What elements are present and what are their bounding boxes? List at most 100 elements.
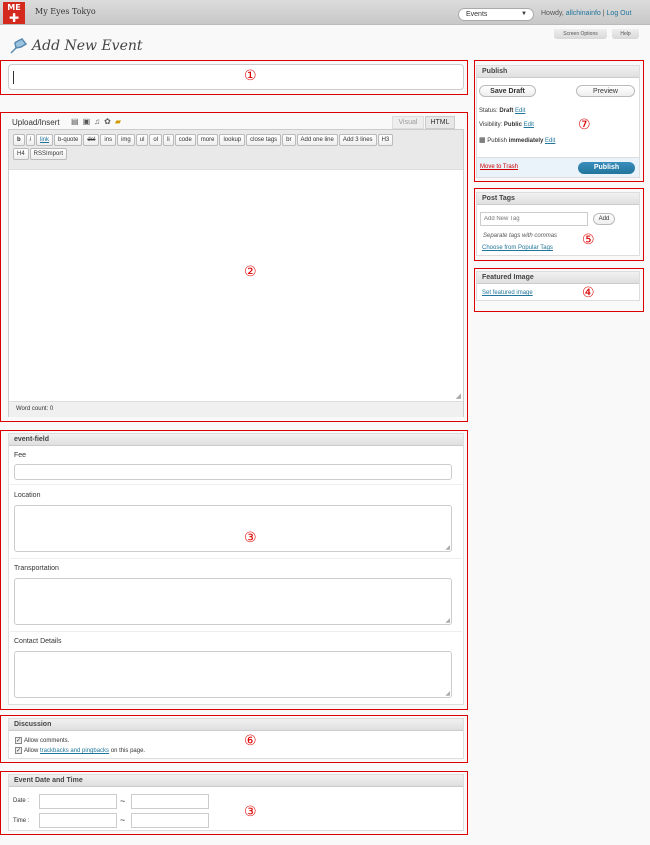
transportation-textarea[interactable]: ◢: [14, 578, 452, 625]
upload-insert-label: Upload/Insert: [12, 118, 60, 127]
quicktag-button[interactable]: ul: [135, 134, 149, 146]
quicktag-button[interactable]: Add 3 lines: [338, 134, 377, 146]
publish-schedule-label: Publish: [487, 138, 507, 144]
quicktag-button[interactable]: br: [282, 134, 296, 146]
quicktag-button[interactable]: more: [196, 134, 219, 146]
preview-button[interactable]: Preview: [576, 85, 635, 97]
quicktag-button[interactable]: ol: [149, 134, 163, 146]
time-separator: ~: [120, 815, 126, 825]
site-logo[interactable]: ME ✚: [3, 2, 25, 24]
tab-visual[interactable]: Visual: [392, 116, 424, 129]
discussion-title: Discussion: [9, 719, 463, 731]
new-tag-input[interactable]: [480, 212, 588, 226]
schedule-edit-link[interactable]: Edit: [545, 138, 555, 144]
time-end-input[interactable]: [131, 813, 209, 828]
publish-button[interactable]: Publish: [578, 162, 635, 174]
gallery-icon[interactable]: ▰: [115, 117, 125, 126]
quicktag-button[interactable]: H4: [13, 148, 29, 160]
tab-html[interactable]: HTML: [425, 116, 455, 129]
post-type-select[interactable]: Events ▼: [458, 8, 534, 21]
popular-tags-link[interactable]: Choose from Popular Tags: [482, 245, 553, 251]
publish-title: Publish: [477, 66, 639, 78]
featured-image-title: Featured Image: [477, 272, 639, 284]
word-count: Word count: 0: [9, 401, 463, 417]
marker-5: ⑤: [582, 232, 595, 248]
resize-handle-icon[interactable]: ◢: [445, 690, 450, 697]
calendar-icon: ▦: [479, 137, 486, 144]
marker-7: ⑦: [578, 117, 591, 133]
post-tags-title: Post Tags: [477, 193, 639, 205]
marker-1: ①: [244, 68, 257, 84]
allow-comments-row[interactable]: ✓ Allow comments.: [15, 737, 69, 744]
date-start-input[interactable]: [39, 794, 117, 809]
post-title-input[interactable]: [8, 64, 464, 90]
allow-pings-checkbox[interactable]: ✓: [15, 747, 22, 754]
quicktag-button[interactable]: ins: [100, 134, 117, 146]
site-name[interactable]: My Eyes Tokyo: [35, 7, 96, 16]
quicktag-button[interactable]: i: [25, 134, 36, 146]
add-tag-button[interactable]: Add: [593, 213, 615, 225]
status-row: Status: Draft Edit: [479, 108, 525, 114]
allow-suffix: on this page.: [110, 748, 146, 755]
quicktag-button[interactable]: RSSImport: [29, 148, 68, 160]
quicktag-button[interactable]: li: [163, 134, 174, 146]
publish-schedule-row: ▦ Publish immediately Edit: [479, 136, 555, 144]
quicktag-button[interactable]: code: [174, 134, 196, 146]
editor-area: b i link b-quote del ins img ul ol li code more look…: [8, 129, 464, 417]
set-featured-image-link[interactable]: Set featured image: [482, 290, 533, 296]
divider: [10, 558, 462, 559]
quicktag-button[interactable]: close tags: [246, 134, 282, 146]
contact-details-textarea[interactable]: ◢: [14, 651, 452, 698]
quicktag-button[interactable]: img: [117, 134, 135, 146]
video-icon[interactable]: ▣: [83, 117, 95, 126]
username-link[interactable]: allchinainfo: [566, 10, 601, 17]
time-start-input[interactable]: [39, 813, 117, 828]
contact-details-label: Contact Details: [14, 638, 62, 645]
date-label: Date :: [13, 798, 30, 804]
quicktag-button[interactable]: b: [13, 134, 25, 146]
move-to-trash-link[interactable]: Move to Trash: [480, 164, 518, 170]
quicktag-button[interactable]: Add one line: [296, 134, 338, 146]
marker-2: ②: [244, 264, 257, 280]
time-label: Time :: [13, 818, 30, 824]
quicktag-button[interactable]: H3: [377, 134, 394, 146]
user-greeting: Howdy, allchinainfo | Log Out: [541, 10, 632, 17]
logout-link[interactable]: Log Out: [607, 10, 632, 17]
allow-prefix: Allow: [24, 748, 39, 755]
quicktag-button[interactable]: lookup: [219, 134, 246, 146]
divider: [10, 631, 462, 632]
image-icon[interactable]: ▤: [71, 117, 83, 126]
quicktag-button[interactable]: del: [83, 134, 100, 146]
screen-options-button[interactable]: Screen Options: [554, 29, 607, 39]
trackbacks-link[interactable]: trackbacks and pingbacks: [40, 748, 109, 754]
resize-handle-icon[interactable]: ◢: [445, 544, 450, 551]
allow-pings-row[interactable]: ✓ Allow trackbacks and pingbacks on this …: [15, 747, 145, 754]
media-icon[interactable]: ✿: [104, 117, 115, 126]
marker-3b: ③: [244, 804, 257, 820]
visibility-row: Visibility: Public Edit: [479, 122, 534, 128]
quicktag-button[interactable]: b-quote: [54, 134, 83, 146]
event-field-title: event-field: [9, 434, 463, 446]
allow-comments-checkbox[interactable]: ✓: [15, 737, 22, 744]
visibility-label: Visibility:: [479, 122, 503, 128]
audio-icon[interactable]: ♫: [94, 117, 104, 126]
media-buttons[interactable]: ▤▣♫✿▰: [71, 117, 125, 126]
resize-handle-icon[interactable]: ◢: [445, 617, 450, 624]
help-button[interactable]: Help: [612, 29, 639, 39]
resize-handle-icon[interactable]: ◢: [456, 392, 461, 400]
pushpin-icon: [10, 38, 28, 54]
tags-hint: Separate tags with commas: [483, 233, 558, 239]
save-draft-button[interactable]: Save Draft: [479, 85, 536, 97]
date-end-input[interactable]: [131, 794, 209, 809]
transportation-label: Transportation: [14, 565, 59, 572]
status-label: Status:: [479, 108, 498, 114]
visibility-edit-link[interactable]: Edit: [524, 122, 534, 128]
status-edit-link[interactable]: Edit: [515, 108, 525, 114]
content-textarea[interactable]: [9, 170, 463, 400]
marker-6: ⑥: [244, 733, 257, 749]
allow-comments-label: Allow comments.: [24, 738, 70, 745]
location-textarea[interactable]: ◢: [14, 505, 452, 552]
quicktag-button[interactable]: link: [36, 134, 54, 146]
date-separator: ~: [120, 796, 126, 806]
fee-input[interactable]: [14, 464, 452, 480]
